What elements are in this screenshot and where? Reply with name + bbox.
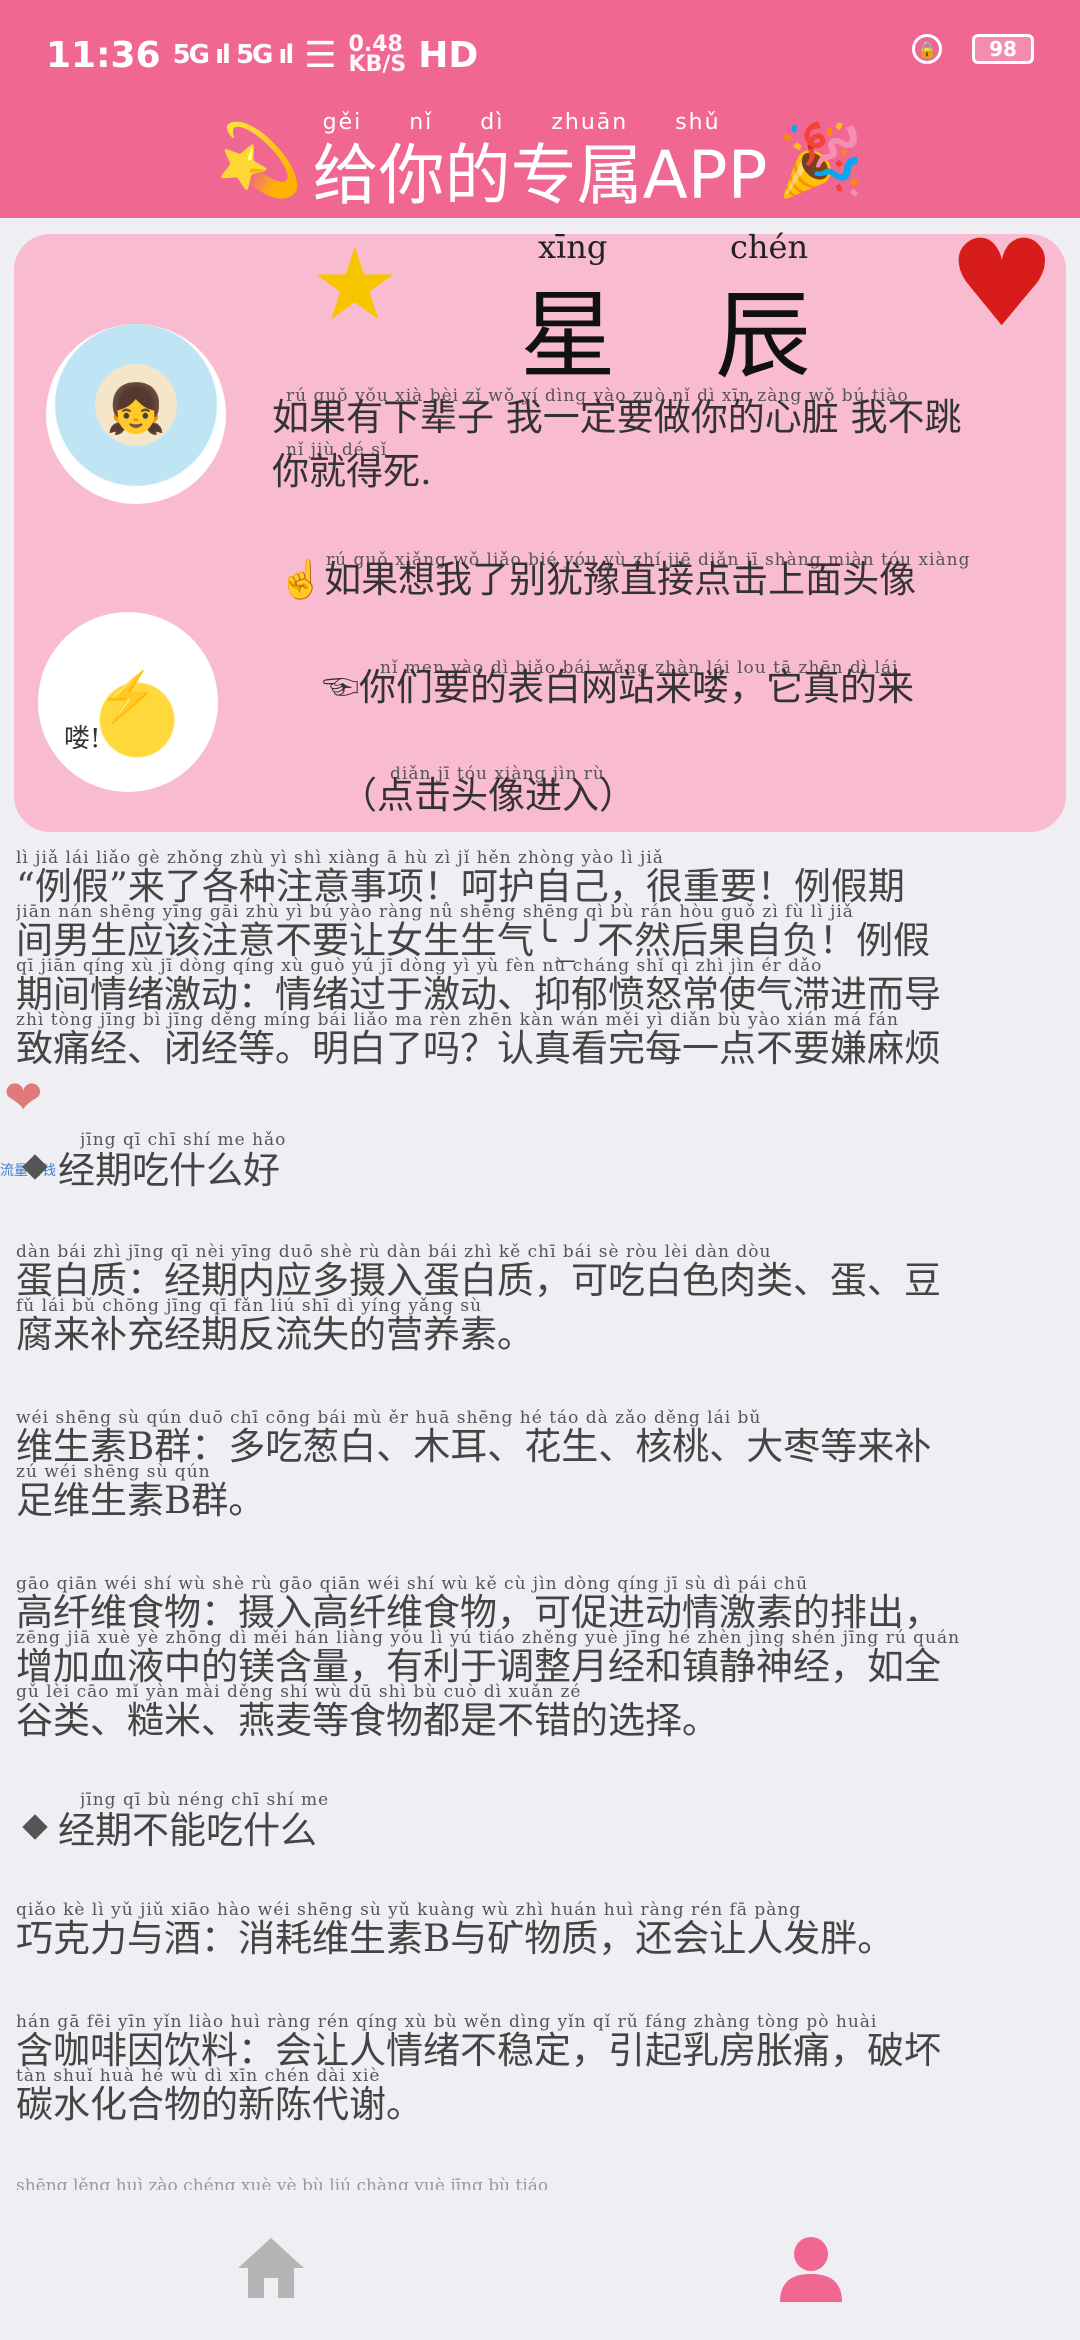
avatar-label: 喽! [64,724,101,754]
paragraph-line: 巧克力与酒：消耗维生素B与矿物质，还会让人发胖。 [16,1917,895,1960]
paragraph-line: 足维生素B群。 [16,1479,266,1522]
title-char: 辰 [715,280,811,392]
status-time: 11:36 [46,34,161,76]
star-icon: ★ [310,226,400,343]
diamond-bullet-icon [22,1154,48,1180]
section-title: 经期不能吃什么 [58,1809,317,1852]
network-speed: 0.48 KB/S [348,34,407,77]
status-bar: 11:36 5G ıl 5G ıl ☰ 0.48 KB/S HD 🔒 98 [0,0,1080,110]
title-label: 给你的专属APP [312,137,768,214]
page-title: 💫 gěi nǐ dì zhuān shǔ 给你的专属APP 🎉 [0,110,1080,214]
diamond-bullet-icon [22,1814,48,1840]
bottom-nav [0,2190,1080,2340]
signal-icon: 5G ıl 5G ıl [172,40,295,70]
person-icon[interactable] [776,2234,846,2304]
menu-icon: ☰ [304,34,337,76]
heart-icon: ❤ [4,1070,43,1124]
title-pinyin: gěi nǐ dì zhuān shǔ [322,110,721,135]
rotation-lock-icon: 🔒 [912,34,942,64]
card-line: ☝如果想我了别犹豫直接点击上面头像 [278,558,917,601]
party-popper-icon: 🎉 [777,118,865,201]
app-header: 11:36 5G ıl 5G ıl ☰ 0.48 KB/S HD 🔒 98 💫 … [0,0,1080,218]
hd-badge: HD [418,34,479,76]
paragraph-line: 碳水化合物的新陈代谢。 [16,2083,423,2126]
section-heading: 经期不能吃什么 [22,1800,317,1854]
speed-unit: KB/S [348,52,407,77]
title-char: 星 [520,280,616,392]
anime-avatar-icon: 👧 [106,381,166,437]
card-title: xīng chén 星 辰 [520,228,840,392]
card-line: 你就得死. [272,450,432,493]
tap-avatar-hint: （点击头像进入） [340,774,636,817]
section-heading: 经期吃什么好 [22,1140,280,1194]
shooting-star-icon: 💫 [215,118,303,201]
card-line: ☜你们要的表白网站来喽，它真的来 [322,666,914,709]
battery-indicator: 98 [972,34,1034,64]
avatar-pikachu[interactable]: ⚡ 喽! [38,612,218,792]
avatar-anime-girl[interactable]: 👧 [46,324,226,504]
heart-icon: ♥ [948,215,1056,354]
paragraph-line: 腐来补充经期反流失的营养素。 [16,1313,534,1356]
card-line: 如果有下辈子 我一定要做你的心脏 我不跳 [272,396,962,439]
paragraph-line: 致痛经、闭经等。明白了吗？认真看完每一点不要嫌麻烦 [16,1027,941,1070]
title-text: gěi nǐ dì zhuān shǔ 给你的专属APP [312,110,768,218]
section-title: 经期吃什么好 [58,1149,280,1192]
home-icon[interactable] [236,2236,306,2300]
pikachu-avatar-icon: ⚡ [98,669,158,725]
paragraph-line: 谷类、糙米、燕麦等食物都是不错的选择。 [16,1699,719,1742]
